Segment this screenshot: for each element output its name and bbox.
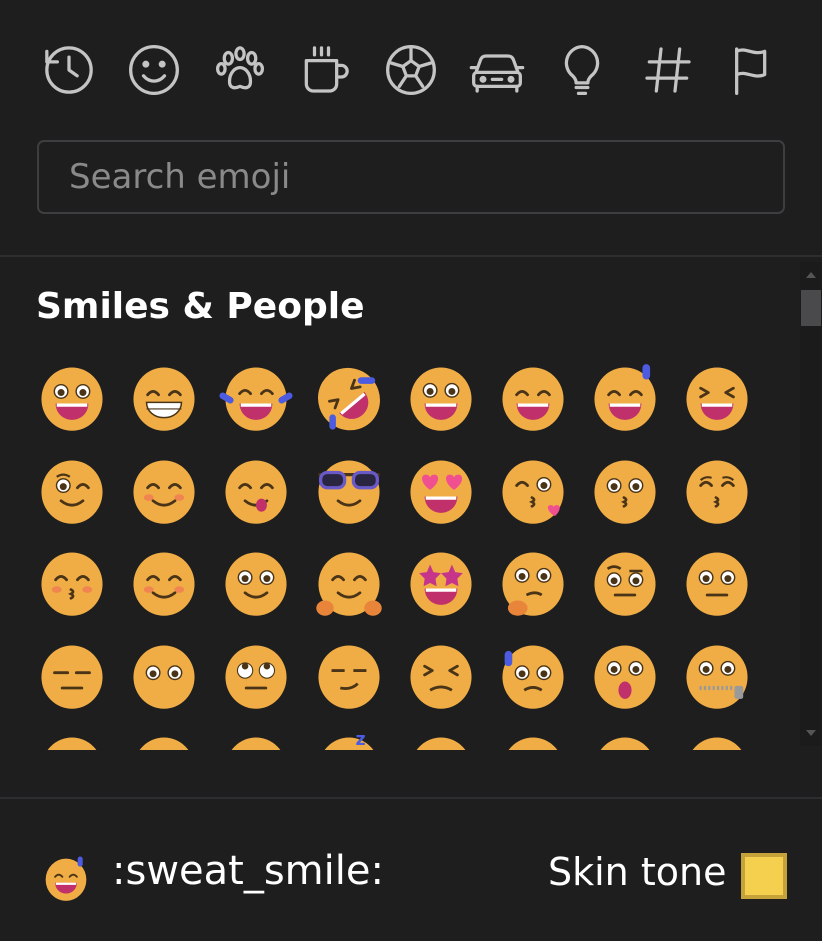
- smiley-icon: [126, 42, 182, 102]
- section-title: Smiles & People: [36, 286, 365, 327]
- emoji-laughing[interactable]: [673, 354, 761, 442]
- emoji-joy[interactable]: [212, 354, 300, 442]
- emoji-face-with-raised-eyebrow[interactable]: [581, 539, 669, 627]
- emoji-sweat-smile[interactable]: [581, 354, 669, 442]
- emoji-disappointed-relieved[interactable]: [489, 632, 577, 720]
- preview-bar: :sweat_smile: Skin tone: [0, 800, 822, 941]
- emoji-section[interactable]: Smiles & People z: [0, 258, 800, 750]
- emoji-kissing[interactable]: [581, 447, 669, 535]
- hashtag-icon: [640, 42, 696, 102]
- emoji-drooling[interactable]: [673, 724, 761, 750]
- emoji-yum[interactable]: [212, 447, 300, 535]
- category-tabs: [26, 36, 796, 108]
- svg-text:z: z: [355, 730, 365, 750]
- tab-hashtag[interactable]: [625, 36, 711, 108]
- emoji-stuck-out-tongue-winking-eye[interactable]: [581, 724, 669, 750]
- emoji-zipper-mouth[interactable]: [673, 632, 761, 720]
- emoji-relaxed[interactable]: [120, 539, 208, 627]
- tab-smiley[interactable]: [112, 36, 198, 108]
- emoji-expressionless[interactable]: [28, 632, 116, 720]
- emoji-open-mouth[interactable]: [581, 632, 669, 720]
- tab-flag[interactable]: [711, 36, 797, 108]
- emoji-kissing-smiling-eyes[interactable]: [28, 539, 116, 627]
- bottom-divider: [0, 797, 822, 799]
- scroll-down-arrow[interactable]: [806, 730, 816, 736]
- car-icon: [469, 42, 525, 102]
- emoji-hugging[interactable]: [305, 539, 393, 627]
- emoji-no-mouth[interactable]: [120, 632, 208, 720]
- emoji-rofl[interactable]: [305, 354, 393, 442]
- emoji-sleepy[interactable]: [120, 724, 208, 750]
- search-input[interactable]: [39, 156, 783, 198]
- emoji-neutral-face[interactable]: [673, 539, 761, 627]
- skin-tone-label: Skin tone: [548, 850, 727, 894]
- tab-coffee-cup[interactable]: [283, 36, 369, 108]
- scrollbar-thumb[interactable]: [801, 290, 821, 326]
- coffee-cup-icon: [297, 42, 353, 102]
- emoji-hushed[interactable]: [28, 724, 116, 750]
- preview-emoji-name: :sweat_smile:: [112, 848, 384, 894]
- emoji-persevere[interactable]: [397, 632, 485, 720]
- emoji-tired-face[interactable]: [212, 724, 300, 750]
- emoji-thinking[interactable]: [489, 539, 577, 627]
- emoji-wink[interactable]: [28, 447, 116, 535]
- soccer-ball-icon: [383, 42, 439, 102]
- tab-soccer-ball[interactable]: [368, 36, 454, 108]
- emoji-slightly-smiling-face[interactable]: [212, 539, 300, 627]
- emoji-heart-eyes[interactable]: [397, 447, 485, 535]
- lightbulb-icon: [554, 42, 610, 102]
- tab-car[interactable]: [454, 36, 540, 108]
- paw-icon: [212, 42, 268, 102]
- emoji-rolling-eyes[interactable]: [212, 632, 300, 720]
- scrollbar[interactable]: [800, 262, 822, 746]
- preview-emoji: [42, 855, 90, 903]
- emoji-stuck-out-tongue[interactable]: [489, 724, 577, 750]
- emoji-star-struck[interactable]: [397, 539, 485, 627]
- emoji-smile[interactable]: [489, 354, 577, 442]
- tab-recent[interactable]: [26, 36, 112, 108]
- emoji-kissing-closed-eyes[interactable]: [673, 447, 761, 535]
- emoji-sleeping[interactable]: z: [305, 724, 393, 750]
- emoji-grin[interactable]: [397, 354, 485, 442]
- flag-icon: [725, 42, 781, 102]
- emoji-sunglasses[interactable]: [305, 447, 393, 535]
- recent-icon: [41, 42, 97, 102]
- tab-paw[interactable]: [197, 36, 283, 108]
- emoji-blush[interactable]: [120, 447, 208, 535]
- skin-tone-button[interactable]: [741, 853, 787, 899]
- emoji-smirk[interactable]: [305, 632, 393, 720]
- emoji-smiley[interactable]: [120, 354, 208, 442]
- top-divider: [0, 255, 822, 257]
- emoji-grinning[interactable]: [28, 354, 116, 442]
- search-box: [37, 140, 785, 214]
- tab-lightbulb[interactable]: [539, 36, 625, 108]
- emoji-relieved[interactable]: [397, 724, 485, 750]
- scroll-up-arrow[interactable]: [806, 272, 816, 278]
- emoji-kissing-heart[interactable]: [489, 447, 577, 535]
